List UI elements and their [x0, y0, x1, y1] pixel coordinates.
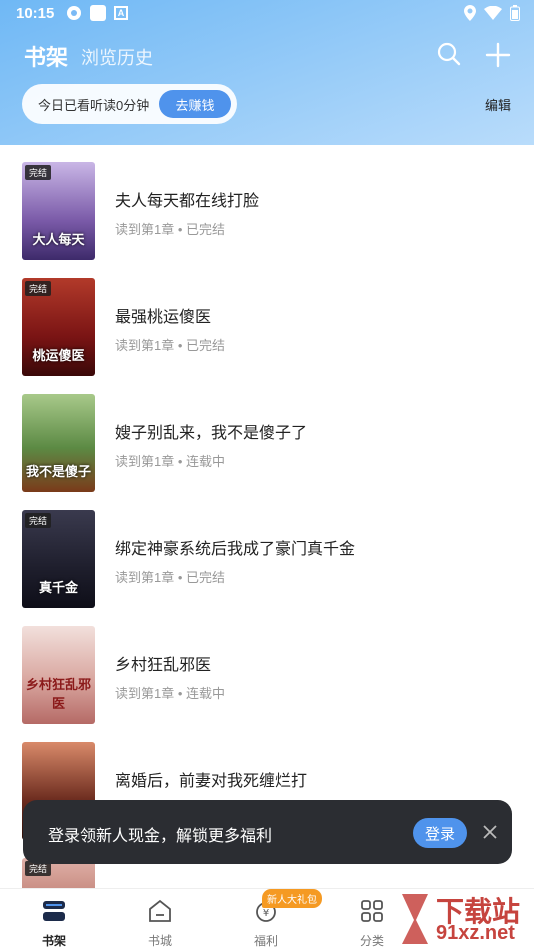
nav-label: 书架	[41, 934, 66, 948]
book-title: 最强桃运傻医	[115, 309, 212, 326]
book-item[interactable]: 乡村狂乱邪医 乡村狂乱邪医 读到第1章 • 连载中	[0, 609, 534, 725]
watermark-logo: 下载站 91xz.net	[396, 888, 534, 950]
book-title: 嫂子别乱来，我不是傻子了	[115, 425, 308, 442]
cover-title: 桃运傻医	[32, 348, 85, 363]
edit-button[interactable]: 编辑	[485, 95, 511, 114]
nav-label: 福利	[253, 934, 278, 948]
battery-icon	[510, 5, 520, 21]
nav-bookstore[interactable]: 书城	[130, 897, 190, 949]
book-cover: 我不是傻子	[22, 394, 95, 492]
book-title: 乡村狂乱邪医	[115, 657, 212, 674]
nav-bookshelf[interactable]: 书架	[24, 897, 84, 949]
book-progress: 读到第1章 • 已完结	[115, 222, 226, 237]
watermark-icon	[402, 894, 428, 944]
wifi-icon	[484, 6, 502, 20]
store-icon	[149, 899, 171, 922]
status-time: 10:15	[16, 5, 55, 22]
svg-text:¥: ¥	[263, 908, 269, 919]
login-toast: 登录领新人现金，解锁更多福利 登录	[23, 800, 512, 864]
login-button[interactable]: 登录	[413, 818, 467, 848]
bookshelf-icon	[43, 901, 65, 921]
category-icon	[361, 900, 383, 922]
nav-label: 分类	[359, 934, 384, 948]
book-progress: 读到第1章 • 已完结	[115, 338, 226, 353]
gift-badge: 新人大礼包	[262, 889, 322, 908]
earn-money-button[interactable]: 去赚钱	[159, 90, 231, 118]
watermark-url: 91xz.net	[436, 922, 515, 944]
search-icon[interactable]	[437, 42, 461, 66]
book-item[interactable]: 完结 真千金 绑定神豪系统后我成了豪门真千金 读到第1章 • 已完结	[0, 493, 534, 609]
close-icon[interactable]	[480, 822, 500, 842]
cover-title: 我不是傻子	[25, 464, 91, 479]
add-icon[interactable]	[485, 42, 511, 68]
cover-title: 大人每天	[32, 232, 85, 247]
cover-title: 乡村狂乱邪医	[25, 677, 91, 711]
completed-badge: 完结	[25, 513, 52, 528]
book-item[interactable]: 我不是傻子 嫂子别乱来，我不是傻子了 读到第1章 • 连载中	[0, 377, 534, 493]
toast-message: 登录领新人现金，解锁更多福利	[48, 828, 273, 845]
app-square-icon	[90, 5, 106, 21]
header: 10:15 A 书架 浏览历史 今日已看听读0分钟 去赚钱 编辑	[0, 0, 534, 145]
book-cover: 完结 真千金	[22, 510, 95, 608]
book-item[interactable]: 完结 桃运傻医 最强桃运傻医 读到第1章 • 已完结	[0, 261, 534, 377]
completed-badge: 完结	[25, 281, 52, 296]
sync-icon	[67, 6, 81, 20]
app-a-icon: A	[114, 6, 128, 20]
reading-time-pill: 今日已看听读0分钟 去赚钱	[22, 84, 237, 124]
book-title: 夫人每天都在线打脸	[115, 193, 260, 210]
book-progress: 读到第1章 • 连载中	[115, 686, 226, 701]
book-progress: 读到第1章 • 已完结	[115, 570, 226, 585]
tab-bookshelf[interactable]: 书架	[24, 40, 68, 72]
status-bar: 10:15 A	[0, 0, 534, 28]
location-icon	[464, 5, 476, 21]
nav-category[interactable]: 分类	[342, 897, 402, 949]
book-item[interactable]: 完结 大人每天 夫人每天都在线打脸 读到第1章 • 已完结	[0, 145, 534, 261]
book-cover: 完结 桃运傻医	[22, 278, 95, 376]
book-title: 绑定神豪系统后我成了豪门真千金	[115, 541, 356, 558]
book-progress: 读到第1章 • 连载中	[115, 454, 226, 469]
reading-time-text: 今日已看听读0分钟	[38, 97, 150, 113]
book-cover: 乡村狂乱邪医	[22, 626, 95, 724]
cover-title: 真千金	[38, 580, 78, 595]
book-title: 离婚后，前妻对我死缠烂打	[115, 773, 308, 790]
nav-label: 书城	[147, 934, 172, 948]
completed-badge: 完结	[25, 165, 52, 180]
tab-browse-history[interactable]: 浏览历史	[81, 44, 153, 70]
book-cover: 完结 大人每天	[22, 162, 95, 260]
